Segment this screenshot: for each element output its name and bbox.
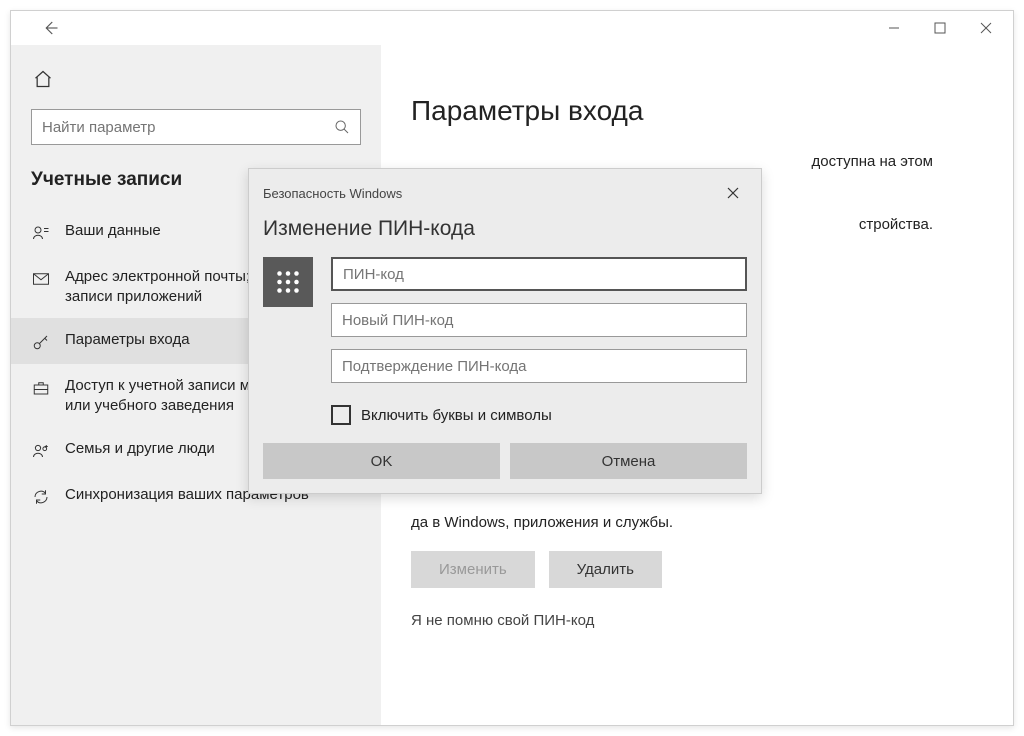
maximize-icon: [934, 22, 946, 34]
current-pin-input[interactable]: [331, 257, 747, 291]
close-icon: [980, 22, 992, 34]
sidebar-item-label: Ваши данные: [65, 221, 161, 241]
titlebar: [11, 11, 1013, 45]
home-button[interactable]: [33, 69, 381, 89]
sync-icon: [31, 487, 51, 507]
body-text-3: да в Windows, приложения и службы.: [411, 512, 973, 535]
change-pin-button[interactable]: Изменить: [411, 551, 535, 588]
close-icon: [727, 187, 739, 199]
sidebar-item-label: Параметры входа: [65, 330, 190, 350]
minimize-button[interactable]: [871, 12, 917, 44]
dialog-header: Безопасность Windows: [249, 169, 761, 213]
dialog-close-button[interactable]: [719, 179, 747, 207]
search-icon: [334, 119, 350, 135]
close-button[interactable]: [963, 12, 1009, 44]
new-pin-input[interactable]: [331, 303, 747, 337]
confirm-pin-input[interactable]: [331, 349, 747, 383]
mail-icon: [31, 269, 51, 289]
search-input[interactable]: [42, 119, 334, 136]
minimize-icon: [888, 22, 900, 34]
key-icon: [31, 332, 51, 352]
search-input-container[interactable]: [31, 109, 361, 145]
pinpad-icon: [263, 257, 313, 307]
cancel-button[interactable]: Отмена: [510, 443, 747, 479]
ok-button[interactable]: OK: [263, 443, 500, 479]
pin-fields: [331, 257, 747, 383]
pin-buttons: Изменить Удалить: [411, 551, 973, 588]
delete-pin-button[interactable]: Удалить: [549, 551, 662, 588]
checkbox-label: Включить буквы и символы: [361, 407, 552, 424]
dialog-buttons: OK Отмена: [249, 443, 761, 493]
dialog-body: [249, 257, 761, 399]
checkbox-row[interactable]: Включить буквы и символы: [249, 399, 761, 443]
person-card-icon: [31, 223, 51, 243]
page-title: Параметры входа: [411, 95, 973, 127]
change-pin-dialog: Безопасность Windows Изменение ПИН-кода …: [248, 168, 762, 494]
sidebar-item-label: Семья и другие люди: [65, 439, 215, 459]
people-icon: [31, 441, 51, 461]
maximize-button[interactable]: [917, 12, 963, 44]
arrow-left-icon: [41, 19, 59, 37]
letters-symbols-checkbox[interactable]: [331, 405, 351, 425]
forgot-pin-link[interactable]: Я не помню свой ПИН-код: [411, 612, 973, 629]
briefcase-icon: [31, 378, 51, 398]
dialog-title: Изменение ПИН-кода: [249, 213, 761, 257]
back-button[interactable]: [31, 12, 69, 44]
home-icon: [33, 69, 53, 89]
dialog-header-title: Безопасность Windows: [263, 186, 402, 201]
